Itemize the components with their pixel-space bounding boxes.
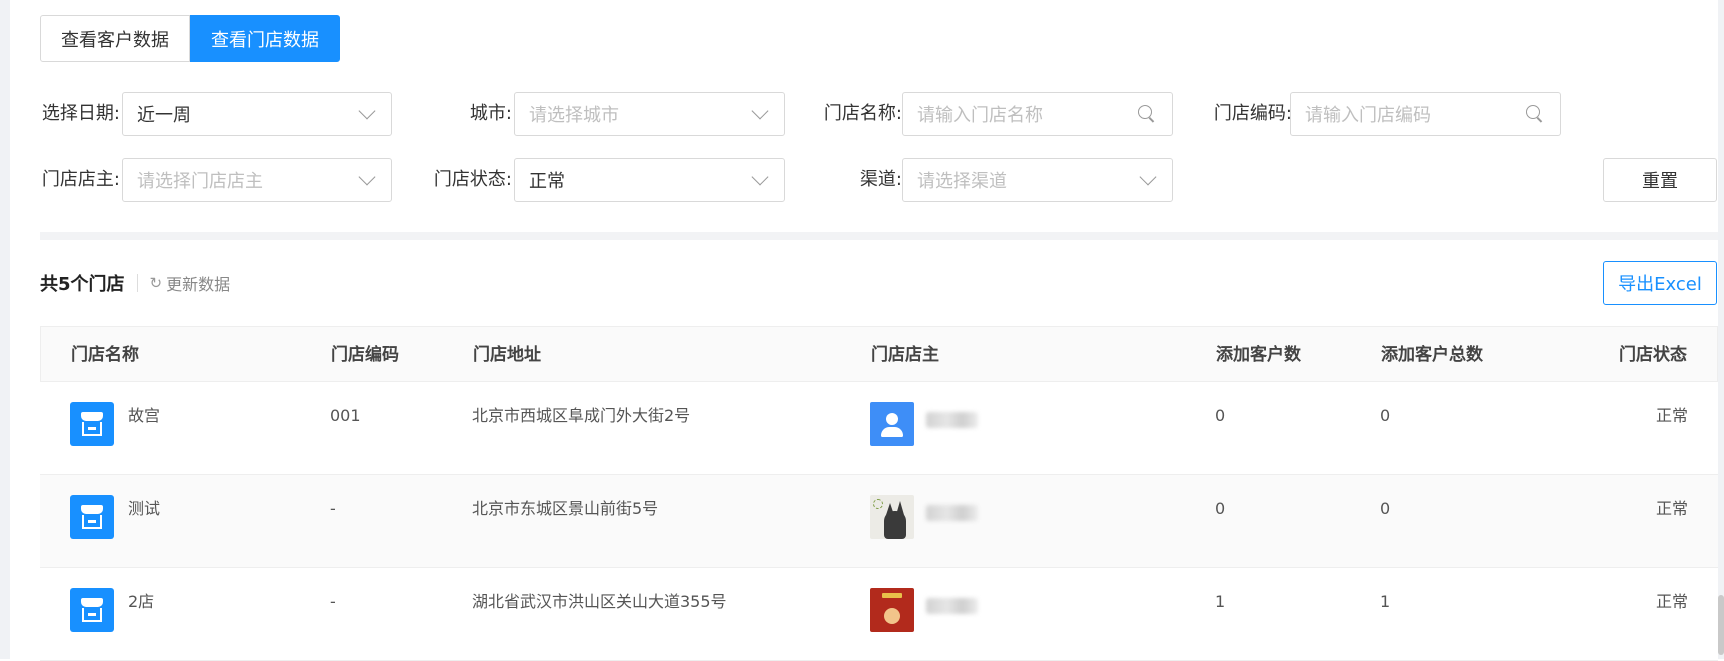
owner-name-blurred (926, 598, 978, 614)
header-store-status[interactable]: 门店状态 (1619, 327, 1687, 383)
left-edge (0, 0, 10, 659)
tab-store-data[interactable]: 查看门店数据 (190, 15, 340, 62)
total-customers-cell: 1 (1380, 592, 1391, 611)
store-code-input[interactable]: 请输入门店编码 (1290, 92, 1561, 136)
owner-name-blurred (926, 505, 978, 521)
added-customers-cell: 0 (1215, 406, 1226, 425)
avatar (870, 495, 914, 539)
tab-customer-data[interactable]: 查看客户数据 (40, 15, 190, 62)
refresh-data-link[interactable]: 更新数据 (166, 271, 230, 295)
date-select-value: 近一周 (137, 105, 191, 126)
avatar (870, 402, 914, 446)
table-row[interactable]: 2店 - 湖北省武汉市洪山区关山大道355号 1 1 正常 (40, 568, 1718, 661)
search-icon[interactable] (1526, 105, 1544, 123)
summary-bar: 共5个门店 ↻ 更新数据 (40, 268, 230, 298)
status-select-value: 正常 (529, 171, 565, 192)
store-name-label: 门店名称: (823, 103, 902, 124)
section-divider (40, 232, 1718, 240)
store-table: 门店名称 门店编码 门店地址 门店店主 添加客户数 添加客户总数 门店状态 故宫… (40, 326, 1718, 661)
table-header: 门店名称 门店编码 门店地址 门店店主 添加客户数 添加客户总数 门店状态 (40, 326, 1718, 382)
chevron-down-icon (358, 168, 376, 186)
owner-label: 门店店主: (41, 169, 120, 190)
search-icon[interactable] (1138, 105, 1156, 123)
store-name-cell: 测试 (128, 499, 161, 518)
store-name-cell: 故宫 (128, 406, 161, 425)
store-code-cell: 001 (330, 406, 361, 425)
store-count: 共5个门店 (40, 274, 125, 295)
view-tab-group: 查看客户数据 查看门店数据 (40, 15, 340, 62)
owner-select-placeholder: 请选择门店店主 (137, 171, 263, 192)
channel-label: 渠道: (859, 169, 902, 190)
header-store-address[interactable]: 门店地址 (473, 327, 541, 383)
avatar (870, 588, 914, 632)
store-name-input[interactable]: 请输入门店名称 (902, 92, 1173, 136)
scrollbar-thumb[interactable] (1718, 595, 1724, 655)
table-row[interactable]: 故宫 001 北京市西城区阜成门外大街2号 0 0 正常 (40, 382, 1718, 475)
channel-select-placeholder: 请选择渠道 (917, 171, 1007, 192)
status-select[interactable]: 正常 (514, 158, 785, 202)
store-icon (70, 402, 114, 446)
owner-name-blurred (926, 412, 978, 428)
date-label: 选择日期: (41, 103, 120, 124)
store-icon (70, 495, 114, 539)
store-code-label: 门店编码: (1213, 103, 1292, 124)
store-status-cell: 正常 (1655, 406, 1688, 425)
export-excel-button[interactable]: 导出Excel (1603, 261, 1717, 305)
store-address-cell: 北京市西城区阜成门外大街2号 (472, 406, 691, 425)
channel-select[interactable]: 请选择渠道 (902, 158, 1173, 202)
owner-select[interactable]: 请选择门店店主 (122, 158, 392, 202)
header-total-customers[interactable]: 添加客户总数 (1381, 327, 1483, 383)
chevron-down-icon (751, 102, 769, 120)
summary-divider (136, 274, 138, 292)
store-status-cell: 正常 (1655, 592, 1688, 611)
store-status-cell: 正常 (1655, 499, 1688, 518)
store-code-cell: - (330, 499, 336, 518)
chevron-down-icon (1139, 168, 1157, 186)
added-customers-cell: 0 (1215, 499, 1226, 518)
refresh-icon[interactable]: ↻ (150, 274, 163, 292)
city-select[interactable]: 请选择城市 (514, 92, 785, 136)
header-store-owner[interactable]: 门店店主 (871, 327, 939, 383)
store-icon (70, 588, 114, 632)
chevron-down-icon (358, 102, 376, 120)
store-address-cell: 湖北省武汉市洪山区关山大道355号 (472, 592, 727, 611)
city-select-placeholder: 请选择城市 (529, 105, 619, 126)
header-store-name[interactable]: 门店名称 (71, 327, 139, 383)
store-name-placeholder: 请输入门店名称 (917, 105, 1043, 126)
reset-button[interactable]: 重置 (1603, 158, 1717, 202)
store-address-cell: 北京市东城区景山前街5号 (472, 499, 659, 518)
status-label: 门店状态: (433, 169, 512, 190)
store-code-placeholder: 请输入门店编码 (1305, 105, 1431, 126)
total-customers-cell: 0 (1380, 406, 1391, 425)
header-added-customers[interactable]: 添加客户数 (1216, 327, 1301, 383)
city-label: 城市: (469, 103, 512, 124)
chevron-down-icon (751, 168, 769, 186)
header-store-code[interactable]: 门店编码 (331, 327, 399, 383)
total-customers-cell: 0 (1380, 499, 1391, 518)
table-row[interactable]: 测试 - 北京市东城区景山前街5号 0 0 正常 (40, 475, 1718, 568)
added-customers-cell: 1 (1215, 592, 1226, 611)
scrollbar-track[interactable] (1718, 0, 1724, 659)
date-select[interactable]: 近一周 (122, 92, 392, 136)
store-code-cell: - (330, 592, 336, 611)
store-name-cell: 2店 (128, 592, 155, 611)
